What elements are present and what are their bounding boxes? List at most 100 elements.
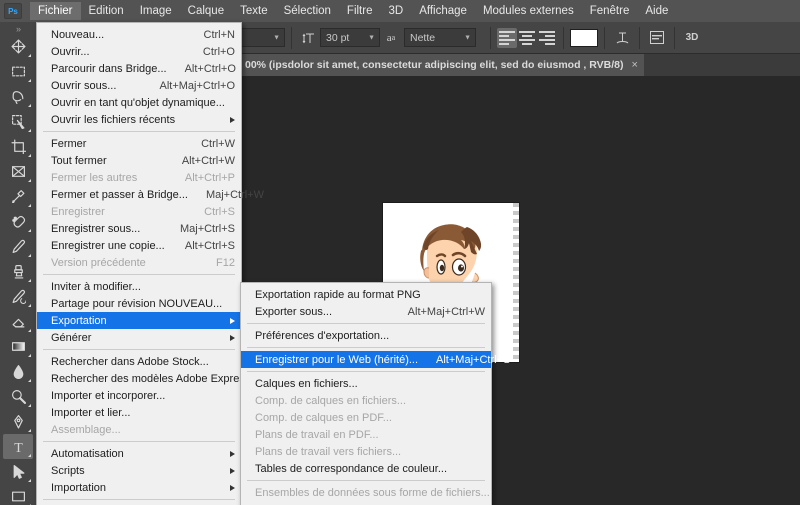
panels-toggle-icon[interactable] [646,27,668,49]
menu-item-pr-f-rences-d-exportation[interactable]: Préférences d'exportation... [241,327,491,344]
eyedropper-tool[interactable] [3,184,33,209]
menu-item-calques-en-fichiers[interactable]: Calques en fichiers... [241,375,491,392]
menu-separator [43,499,235,500]
menu-item-ouvrir-sous[interactable]: Ouvrir sous... Alt+Maj+Ctrl+O [37,77,241,94]
menu-item-automatisation[interactable]: Automatisation [37,445,241,462]
menubar-item-3d[interactable]: 3D [380,2,411,20]
dodge-tool[interactable] [3,384,33,409]
menu-item-importation[interactable]: Importation [37,479,241,496]
menu-item-exportation-rapide-au-format-png[interactable]: Exportation rapide au format PNG [241,286,491,303]
document-tab[interactable]: 00% (ipsdolor sit amet, consectetur adip… [237,54,644,76]
quick-selection-tool[interactable] [3,109,33,134]
align-center-button[interactable] [517,28,537,48]
menu-item-label: Parcourir dans Bridge... [51,62,167,75]
antialias-value: Nette [410,31,436,44]
photoshop-logo: Ps [4,3,22,19]
menubar-item-fichier[interactable]: Fichier [30,2,81,20]
menu-item-partage-pour-r-vision-nouveau[interactable]: Partage pour révision NOUVEAU... [37,295,241,312]
menu-item-label: Exporter sous... [255,305,333,318]
menu-item-tout-fermer[interactable]: Tout fermer Alt+Ctrl+W [37,152,241,169]
gradient-tool[interactable] [3,334,33,359]
menubar-item-calque[interactable]: Calque [180,2,232,20]
menu-item-g-n-rer[interactable]: Générer [37,329,241,346]
text-color-swatch[interactable] [570,28,598,47]
menubar-item-texte[interactable]: Texte [232,2,276,20]
menu-item-importer-et-incorporer[interactable]: Importer et incorporer... [37,387,241,404]
export-submenu[interactable]: Exportation rapide au format PNG Exporter… [240,282,510,505]
menubar-item-aide[interactable]: Aide [637,2,676,20]
menu-item-tables-de-correspondance-de-couleur[interactable]: Tables de correspondance de couleur... [241,460,491,477]
crop-tool[interactable] [3,134,33,159]
menu-item-label: Enregistrer pour le Web (hérité)... [255,353,419,366]
menu-item-shortcut: Alt+Maj+Ctrl+O [159,79,236,92]
menu-item-assemblage: Assemblage... [37,421,241,438]
menubar-item-image[interactable]: Image [132,2,180,20]
path-selection-tool[interactable] [3,459,33,484]
menu-item-parcourir-dans-bridge[interactable]: Parcourir dans Bridge... Alt+Ctrl+O [37,60,241,77]
menu-item-enregistrer-sous[interactable]: Enregistrer sous... Maj+Ctrl+S [37,220,241,237]
submenu-arrow-icon [230,317,235,324]
pen-tool[interactable] [3,409,33,434]
menu-item-enregistrer-une-copie[interactable]: Enregistrer une copie... Alt+Ctrl+S [37,237,241,254]
menu-item-scripts[interactable]: Scripts [37,462,241,479]
menu-bar: Ps Fichier Edition Image Calque Texte Sélecti… [0,0,800,22]
spot-healing-brush-tool[interactable] [3,209,33,234]
menu-item-exporter-sous[interactable]: Exporter sous... Alt+Maj+Ctrl+W [241,303,491,320]
history-brush-tool[interactable] [3,284,33,309]
menu-item-ouvrir[interactable]: Ouvrir... Ctrl+O [37,43,241,60]
menu-separator [247,371,485,372]
menu-item-fermer[interactable]: Fermer Ctrl+W [37,135,241,152]
menu-item-label: Assemblage... [51,423,121,436]
menu-item-plans-de-travail-vers-fichiers: Plans de travail vers fichiers... [241,443,491,460]
lasso-tool[interactable] [3,84,33,109]
rectangle-tool[interactable] [3,484,33,505]
menu-item-enregistrer-pour-le-web-h-rit[interactable]: Enregistrer pour le Web (hérité)... Alt+M… [241,351,510,368]
menu-item-label: Automatisation [51,447,124,460]
align-right-button[interactable] [537,28,557,48]
clone-stamp-tool[interactable] [3,259,33,284]
menu-item-label: Enregistrer [51,205,105,218]
menubar-item-edition[interactable]: Edition [81,2,132,20]
menubar-item-modules-externes[interactable]: Modules externes [475,2,582,20]
brush-tool[interactable] [3,234,33,259]
three-d-button[interactable]: 3D [681,27,703,49]
menu-item-nouveau[interactable]: Nouveau... Ctrl+N [37,26,241,43]
menu-item-fermer-et-passer-bridge[interactable]: Fermer et passer à Bridge... Maj+Ctrl+W [37,186,264,203]
menu-item-label: Nouveau... [51,28,105,41]
align-left-button[interactable] [497,27,517,48]
menu-item-importer-et-lier[interactable]: Importer et lier... [37,404,241,421]
menu-item-inviter-modifier[interactable]: Inviter à modifier... [37,278,241,295]
close-icon[interactable]: × [631,59,637,71]
frame-tool[interactable] [3,159,33,184]
menubar-item-fen-tre[interactable]: Fenêtre [582,2,638,20]
menu-item-shortcut: Ctrl+N [203,28,235,41]
warp-text-icon[interactable] [611,27,633,49]
submenu-arrow-icon [230,467,235,474]
rectangular-marquee-tool[interactable] [3,59,33,84]
menu-item-rendu-vid-o[interactable]: Rendu vidéo... [241,501,491,505]
menu-item-shortcut: Ctrl+W [201,137,235,150]
collapse-panel-icon[interactable]: » [3,24,33,34]
menu-item-shortcut: Maj+Ctrl+S [179,222,235,235]
menu-item-rechercher-dans-adobe-stock[interactable]: Rechercher dans Adobe Stock... [37,353,241,370]
menu-item-label: Comp. de calques en fichiers... [255,394,407,407]
menu-item-rechercher-des-mod-les-adobe-express[interactable]: Rechercher des modèles Adobe Express... [37,370,260,387]
menu-item-label: Préférences d'exportation... [255,329,390,342]
type-tool[interactable]: T [3,434,33,459]
menu-item-exportation[interactable]: Exportation [37,312,241,329]
menu-item-fermer-les-autres: Fermer les autres Alt+Ctrl+P [37,169,241,186]
move-tool[interactable] [3,34,33,59]
canvas-edge-pattern [513,203,519,362]
font-size-input[interactable]: 30 pt ▼ [320,28,380,47]
menubar-item-affichage[interactable]: Affichage [411,2,475,20]
eraser-tool[interactable] [3,309,33,334]
menu-item-ouvrir-les-fichiers-r-cents[interactable]: Ouvrir les fichiers récents [37,111,241,128]
menu-item-ouvrir-en-tant-qu-objet-dynamique[interactable]: Ouvrir en tant qu'objet dynamique... [37,94,241,111]
menubar-item-s-lection[interactable]: Sélection [276,2,339,20]
submenu-arrow-icon [230,116,235,123]
menubar-item-filtre[interactable]: Filtre [339,2,381,20]
menu-separator [43,349,235,350]
antialias-select[interactable]: Nette ▼ [404,28,476,47]
blur-tool[interactable] [3,359,33,384]
file-dropdown-menu[interactable]: Nouveau... Ctrl+N Ouvrir... Ctrl+O Parcourir… [36,22,264,505]
